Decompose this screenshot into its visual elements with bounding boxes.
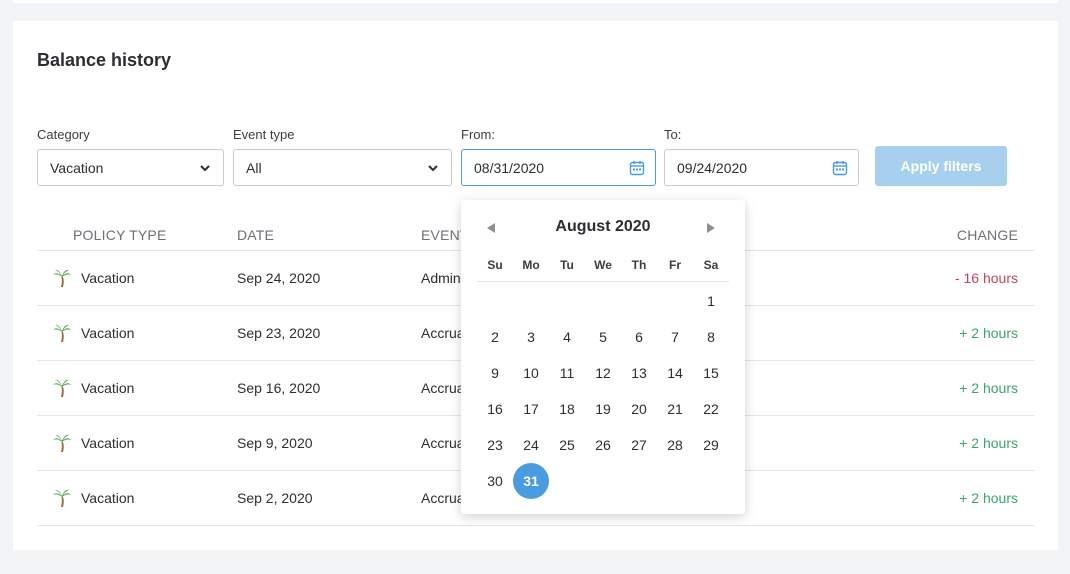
palm-tree-icon [53,269,71,287]
calendar-day[interactable]: 27 [621,427,657,463]
row-date: Sep 2, 2020 [237,490,313,506]
row-date: Sep 24, 2020 [237,270,321,286]
weekday-label: Fr [669,258,681,272]
row-divider [37,525,1034,526]
calendar-icon [832,161,848,176]
calendar-day[interactable]: 10 [513,355,549,391]
category-select[interactable]: Vacation [37,149,224,186]
row-change: + 2 hours [959,325,1018,341]
calendar-day[interactable]: 22 [693,391,729,427]
event-type-value: All [246,159,262,176]
to-date-input[interactable]: 09/24/2020 [664,149,859,186]
header-policy-type[interactable]: POLICY TYPE [73,227,167,243]
palm-tree-icon [53,489,71,507]
apply-filters-button[interactable]: Apply filters [875,146,1007,186]
event-type-select[interactable]: All [233,149,452,186]
row-policy: Vacation [81,490,135,506]
calendar-day[interactable]: 20 [621,391,657,427]
weekday-label: Mo [522,258,540,272]
row-policy: Vacation [81,380,135,396]
weekday-label: Su [487,258,503,272]
header-change[interactable]: CHANGE [957,227,1018,243]
calendar-day[interactable]: 30 [477,463,513,499]
calendar-day[interactable]: 25 [549,427,585,463]
card-title: Balance history [37,50,172,70]
row-change: - 16 hours [954,270,1018,286]
calendar-day[interactable]: 24 [513,427,549,463]
calendar-icon [629,161,645,176]
calendar-day[interactable]: 13 [621,355,657,391]
row-policy: Vacation [81,325,135,341]
row-date: Sep 9, 2020 [237,435,313,451]
row-date: Sep 23, 2020 [237,325,321,341]
weekday-label: Sa [703,258,719,272]
chevron-down-icon [200,165,210,172]
row-change: + 2 hours [959,380,1018,396]
datepicker: August 2020 Su Mo Tu We Th Fr Sa 1 2 3 4 5 6 7 8 9 10 11… [461,200,745,514]
weekday-label: Tu [560,258,574,272]
calendar-day[interactable]: 6 [621,319,657,355]
weekday-label: We [594,258,612,272]
calendar-day[interactable]: 3 [513,319,549,355]
from-label: From: [461,127,495,142]
calendar-day[interactable]: 5 [585,319,621,355]
calendar-day[interactable]: 16 [477,391,513,427]
calendar-day[interactable]: 9 [477,355,513,391]
chevron-down-icon [428,165,438,172]
category-value: Vacation [50,159,104,176]
calendar-day[interactable]: 14 [657,355,693,391]
calendar-day[interactable]: 26 [585,427,621,463]
calendar-day[interactable]: 19 [585,391,621,427]
calendar-day[interactable]: 11 [549,355,585,391]
event-type-label: Event type [233,127,295,142]
calendar-day[interactable]: 23 [477,427,513,463]
datepicker-divider [477,281,729,282]
datepicker-caret [587,191,605,200]
calendar-day[interactable]: 4 [549,319,585,355]
triangle-right-icon[interactable] [705,221,717,235]
calendar-day[interactable]: 29 [693,427,729,463]
palm-tree-icon [53,324,71,342]
row-policy: Vacation [81,270,135,286]
from-date-value: 08/31/2020 [474,159,545,176]
datepicker-month: August 2020 [555,218,651,235]
header-date[interactable]: DATE [237,227,274,243]
row-event: Admin [421,270,461,286]
calendar-day[interactable]: 17 [513,391,549,427]
category-label: Category [37,127,90,142]
palm-tree-icon [53,434,71,452]
calendar-day[interactable]: 15 [693,355,729,391]
to-label: To: [664,127,682,142]
to-date-value: 09/24/2020 [677,159,748,176]
row-change: + 2 hours [959,490,1018,506]
row-policy: Vacation [81,435,135,451]
calendar-day[interactable]: 18 [549,391,585,427]
row-date: Sep 16, 2020 [237,380,321,396]
weekday-label: Th [631,258,647,272]
calendar-day[interactable]: 7 [657,319,693,355]
selected-day[interactable]: 31 [513,463,549,499]
calendar-day[interactable]: 8 [693,319,729,355]
row-change: + 2 hours [959,435,1018,451]
calendar-day[interactable]: 21 [657,391,693,427]
calendar-day[interactable]: 2 [477,319,513,355]
from-date-input[interactable]: 08/31/2020 [461,149,656,186]
calendar-day[interactable]: 12 [585,355,621,391]
top-strip [13,0,1058,3]
calendar-day[interactable]: 28 [657,427,693,463]
calendar-day[interactable]: 1 [693,283,729,319]
palm-tree-icon [53,379,71,397]
